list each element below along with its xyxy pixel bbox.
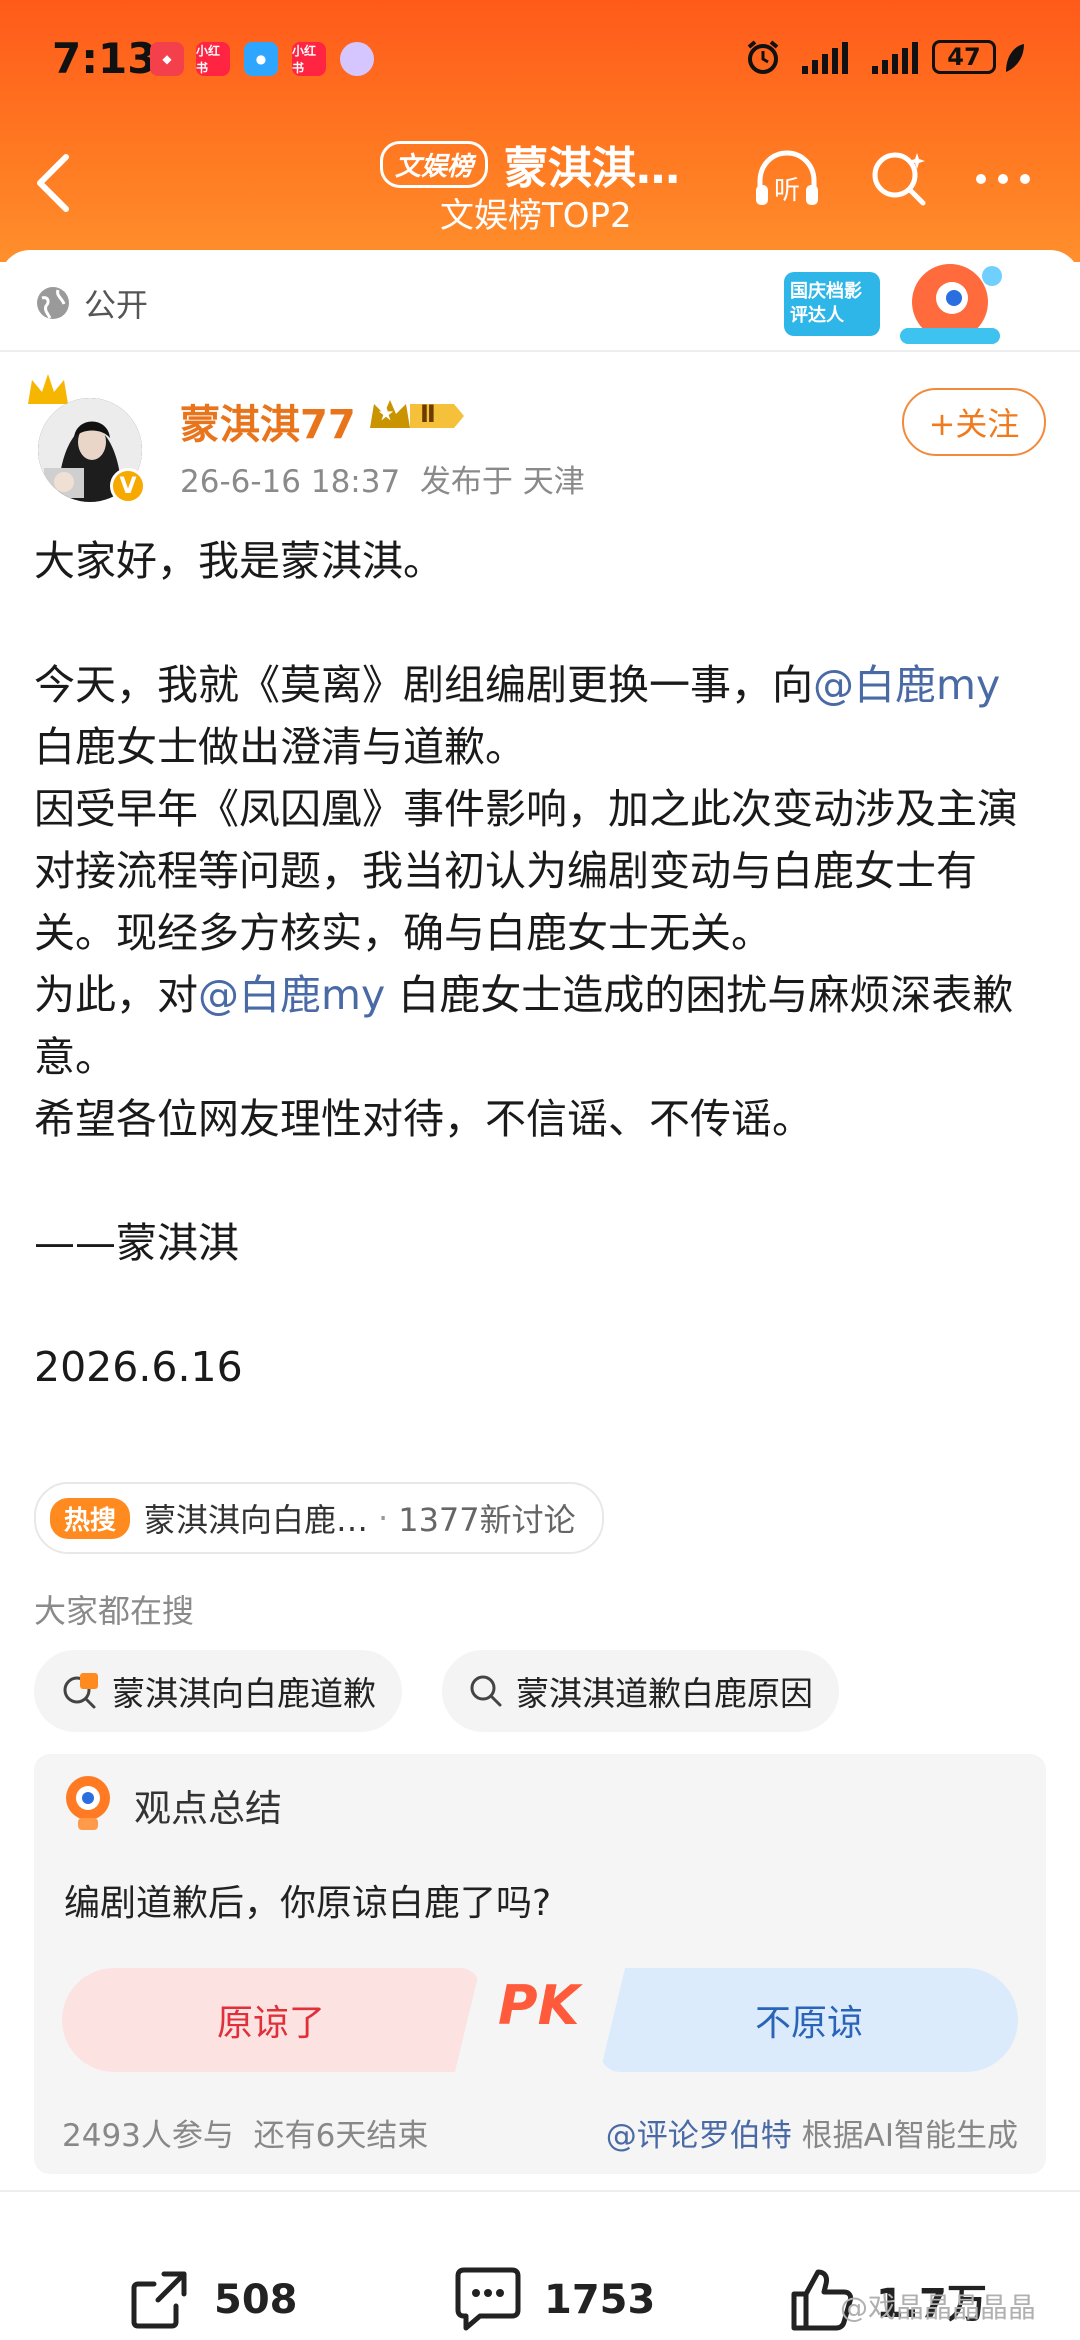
related-search-title: 大家都在搜	[34, 1592, 195, 1630]
divider	[0, 350, 1080, 352]
post-blank	[34, 1274, 1046, 1336]
member-level-badge[interactable]: Ⅱ	[366, 396, 470, 436]
post-paragraph: 因受早年《凤囚凰》事件影响，加之此次变动涉及主演对接流程等问题，我当初认为编剧变…	[34, 785, 1018, 957]
nav-bar: 文娱榜 蒙淇淇… 文娱榜TOP2 听	[0, 120, 1080, 240]
post-line: 大家好，我是蒙淇淇。	[34, 537, 444, 585]
status-bar: 7:13 ◆ 小红书 ● 小红书 47	[0, 0, 1080, 120]
rank-subtitle[interactable]: 文娱榜TOP2	[440, 188, 632, 237]
poll-question: 编剧道歉后，你原谅白鹿了吗?	[64, 1883, 552, 1924]
post-body: 大家好，我是蒙淇淇。 今天，我就《莫离》剧组编剧更换一事，向@白鹿my 白鹿女士…	[34, 530, 1046, 1398]
post-text: 白鹿女士做出澄清与道歉。	[34, 723, 526, 771]
related-search-chip[interactable]: 蒙淇淇向白鹿道歉	[34, 1650, 402, 1732]
message-app-icon: ●	[244, 42, 278, 76]
weather-app-icon	[340, 42, 374, 76]
ai-credit: @评论罗伯特 根据AI智能生成	[606, 2110, 1018, 2155]
signal-icon-2	[872, 42, 918, 74]
search-button[interactable]	[864, 144, 934, 214]
svg-text:听: 听	[774, 176, 800, 206]
signal-icon	[802, 42, 848, 74]
related-search-chip[interactable]: 蒙淇淇道歉白鹿原因	[442, 1650, 839, 1732]
share-icon	[131, 2271, 187, 2329]
follow-button[interactable]: +关注	[902, 388, 1046, 456]
xiaohongshu-icon: 小红书	[292, 42, 326, 76]
leaf-icon	[1006, 44, 1024, 72]
poll-stats: 2493人参与 还有6天结束	[62, 2110, 428, 2155]
discussion-count: 1377新讨论	[398, 1501, 576, 1539]
comment-icon	[455, 2267, 521, 2331]
post-paragraph: 今天，我就《莫离》剧组编剧更换一事，向@白鹿my 白鹿女士做出澄清与道歉。	[34, 654, 1046, 778]
post-meta: 26-6-16 18:37 发布于 天津	[180, 456, 585, 501]
time-remaining: 还有6天结束	[253, 2118, 429, 2154]
credit-text: 根据AI智能生成	[791, 2118, 1018, 2154]
pk-label: PK	[498, 1974, 580, 2037]
summary-title: 观点总结	[134, 1787, 282, 1830]
battery-indicator: 47	[932, 40, 996, 74]
comment-count: 1753	[544, 2277, 656, 2323]
mention-link[interactable]: @白鹿my	[813, 661, 1000, 709]
divider	[0, 2190, 1080, 2192]
hot-search-topic: 蒙淇淇向白鹿…	[144, 1501, 369, 1539]
level-number: Ⅱ	[420, 400, 436, 428]
chip-label: 蒙淇淇道歉白鹿原因	[516, 1674, 813, 1713]
watermark: @戏晶晶晶晶晶	[840, 2291, 1037, 2324]
more-icon	[976, 174, 1030, 184]
hot-search-tag: 热搜	[50, 1497, 131, 1539]
separator-dot: ·	[378, 1499, 389, 1537]
vote-not-forgive-button[interactable]: 不原谅	[600, 1968, 1018, 2072]
search-icon	[872, 152, 926, 206]
mention-link[interactable]: @白鹿my	[198, 971, 385, 1019]
author-name[interactable]: 蒙淇淇77	[180, 392, 356, 450]
share-button[interactable]: 508	[124, 2260, 298, 2340]
listen-button[interactable]: 听	[752, 144, 822, 214]
crown-level-icon	[370, 400, 464, 428]
more-button[interactable]	[968, 144, 1038, 214]
verified-badge: V	[110, 468, 146, 504]
credit-author[interactable]: @评论罗伯特	[606, 2118, 792, 2154]
comment-button[interactable]: 1753	[450, 2260, 655, 2340]
promo-text: 国庆档影评达人	[790, 281, 862, 326]
headphones-icon: 听	[756, 150, 818, 206]
post-card: 公开 国庆档影评达人 V 蒙淇淇77 Ⅱ 26-6-16 18:37 发布于 天…	[0, 250, 1080, 2331]
post-signature: ——蒙淇淇	[34, 1219, 239, 1267]
app-notification-icon: ◆	[150, 42, 184, 76]
hot-search-link[interactable]: 热搜 蒙淇淇向白鹿… · 1377新讨论	[34, 1482, 604, 1554]
nav-title-group: 文娱榜 蒙淇淇…	[380, 134, 680, 194]
xiaohongshu-icon: 小红书	[196, 42, 230, 76]
post-text: 今天，我就《莫离》剧组编剧更换一事，向	[34, 661, 813, 709]
vote-forgive-button[interactable]: 原谅了	[62, 1968, 480, 2072]
hot-search-icon	[63, 1673, 98, 1709]
post-date-text: 2026.6.16	[34, 1343, 243, 1391]
opinion-summary-card: 观点总结 编剧道歉后，你原谅白鹿了吗? 原谅了 PK 不原谅 2493人参与 还…	[34, 1754, 1046, 2174]
promo-banner[interactable]: 国庆档影评达人	[780, 258, 1010, 350]
entertainment-rank-badge: 文娱榜	[380, 140, 489, 188]
globe-icon	[37, 287, 69, 319]
post-location: 发布于 天津	[419, 464, 585, 500]
page-title: 蒙淇淇…	[504, 143, 681, 194]
post-text: 为此，对	[34, 971, 198, 1019]
back-icon[interactable]	[30, 148, 80, 218]
visibility-label: 公开	[34, 280, 148, 326]
chip-label: 蒙淇淇向白鹿道歉	[112, 1674, 376, 1713]
post-paragraph: 为此，对@白鹿my 白鹿女士造成的困扰与麻烦深表歉意。	[34, 964, 1046, 1088]
search-icon	[470, 1675, 502, 1707]
post-date: 26-6-16 18:37	[180, 464, 401, 500]
participant-count: 2493人参与	[62, 2118, 234, 2154]
visibility-text: 公开	[84, 286, 149, 324]
alarm-icon	[747, 40, 779, 74]
robot-mascot-icon	[66, 1776, 110, 1830]
share-count: 508	[214, 2277, 298, 2323]
post-blank	[34, 1150, 1046, 1212]
post-blank	[34, 592, 1046, 654]
post-paragraph: 希望各位网友理性对待，不信谣、不传谣。	[34, 1095, 813, 1143]
status-time: 7:13	[52, 34, 157, 83]
